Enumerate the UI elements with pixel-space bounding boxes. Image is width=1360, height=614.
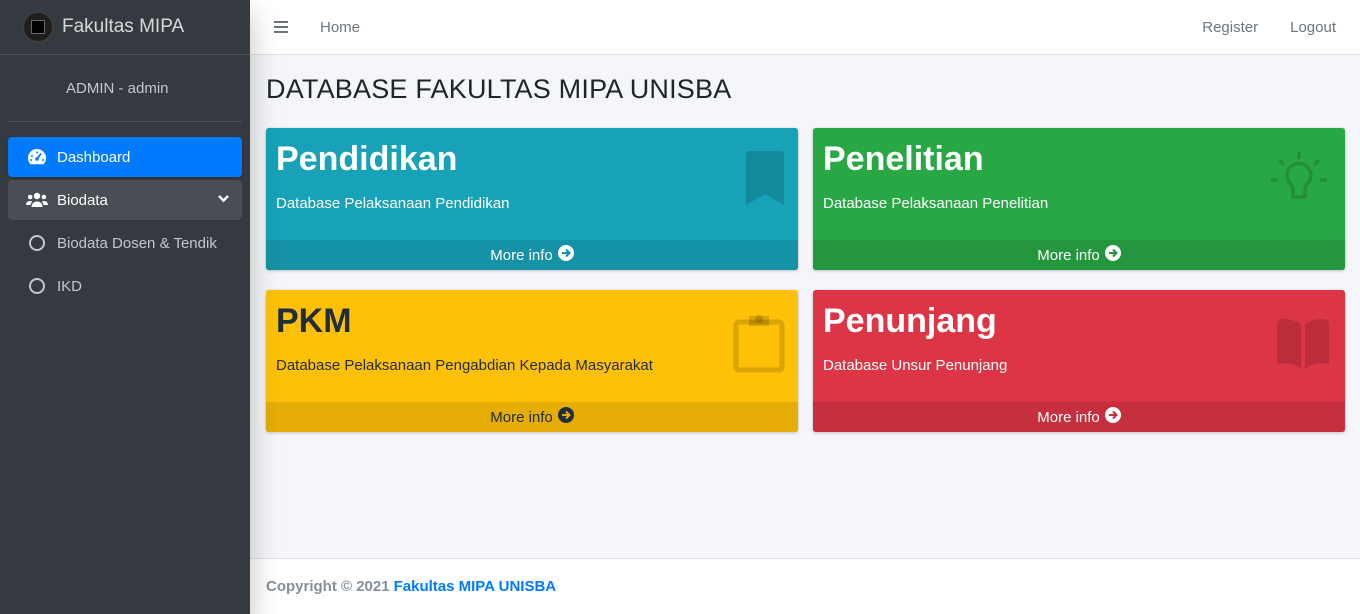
sidebar-item-label: Biodata Dosen & Tendik xyxy=(57,234,217,252)
arrow-circle-right-icon xyxy=(557,407,574,427)
more-info-label: More info xyxy=(490,408,553,426)
more-info-link[interactable]: More info xyxy=(813,402,1345,432)
user-name[interactable]: ADMIN - admin xyxy=(66,80,169,97)
user-panel: ADMIN - admin xyxy=(8,55,242,122)
card-penunjang: Penunjang Database Unsur Penunjang More … xyxy=(813,290,1345,432)
arrow-circle-right-icon xyxy=(557,245,574,265)
footer-org-link[interactable]: Fakultas MIPA UNISBA xyxy=(394,578,557,595)
card-title: PKM xyxy=(276,302,352,340)
nav-home-link[interactable]: Home xyxy=(320,19,360,36)
dashboard-icon xyxy=(26,148,48,166)
card-title: Penelitian xyxy=(823,140,984,178)
sidebar-nav: Dashboard Biodata Biodata Dosen & Tendik… xyxy=(0,122,250,306)
card-description: Database Pelaksanaan Pendidikan xyxy=(276,195,510,212)
sidebar-item-biodata[interactable]: Biodata xyxy=(8,180,242,220)
card-grid: Pendidikan Database Pelaksanaan Pendidik… xyxy=(266,128,1345,432)
sidebar-item-ikd[interactable]: IKD xyxy=(8,266,242,306)
sidebar-item-label: Dashboard xyxy=(57,148,131,166)
book-open-icon xyxy=(1275,318,1331,375)
more-info-label: More info xyxy=(490,246,553,264)
circle-icon xyxy=(26,278,48,294)
circle-icon xyxy=(26,235,48,251)
more-info-label: More info xyxy=(1037,246,1100,264)
brand-link[interactable]: Fakultas MIPA xyxy=(0,0,250,55)
brand-logo xyxy=(22,11,54,43)
menu-toggle-icon[interactable] xyxy=(274,21,288,33)
sidebar: Fakultas MIPA ADMIN - admin Dashboard Bi… xyxy=(0,0,250,614)
nav-logout-link[interactable]: Logout xyxy=(1290,19,1336,36)
more-info-link[interactable]: More info xyxy=(813,240,1345,270)
bookmark-icon xyxy=(744,150,786,211)
sidebar-item-dashboard[interactable]: Dashboard xyxy=(8,137,242,177)
card-description: Database Pelaksanaan Pengabdian Kepada M… xyxy=(276,357,653,374)
brand-name: Fakultas MIPA xyxy=(62,16,185,37)
sidebar-item-label: Biodata xyxy=(57,191,108,209)
card-title: Pendidikan xyxy=(276,140,458,178)
card-pkm: PKM Database Pelaksanaan Pengabdian Kepa… xyxy=(266,290,798,432)
chevron-down-icon xyxy=(217,192,230,209)
card-description: Database Pelaksanaan Penelitian xyxy=(823,195,1049,212)
main-content: DATABASE FAKULTAS MIPA UNISBA Pendidikan… xyxy=(250,55,1360,558)
users-icon xyxy=(26,192,48,208)
top-navbar: Home Register Logout xyxy=(250,0,1360,55)
more-info-link[interactable]: More info xyxy=(266,402,798,432)
lightbulb-icon xyxy=(1267,148,1331,217)
more-info-link[interactable]: More info xyxy=(266,240,798,270)
arrow-circle-right-icon xyxy=(1104,407,1121,427)
card-penelitian: Penelitian Database Pelaksanaan Peneliti… xyxy=(813,128,1345,270)
arrow-circle-right-icon xyxy=(1104,245,1121,265)
page-footer: Copyright © 2021 Fakultas MIPA UNISBA xyxy=(250,558,1360,614)
card-description: Database Unsur Penunjang xyxy=(823,357,1008,374)
page-title: DATABASE FAKULTAS MIPA UNISBA xyxy=(266,74,732,104)
sidebar-item-biodata-dosen-tendik[interactable]: Biodata Dosen & Tendik xyxy=(8,223,242,263)
card-pendidikan: Pendidikan Database Pelaksanaan Pendidik… xyxy=(266,128,798,270)
sidebar-item-label: IKD xyxy=(57,277,83,295)
card-title: Penunjang xyxy=(823,302,997,340)
clipboard-icon xyxy=(732,312,786,379)
copyright-text: Copyright © 2021 xyxy=(266,578,390,595)
more-info-label: More info xyxy=(1037,408,1100,426)
nav-register-link[interactable]: Register xyxy=(1202,19,1258,36)
